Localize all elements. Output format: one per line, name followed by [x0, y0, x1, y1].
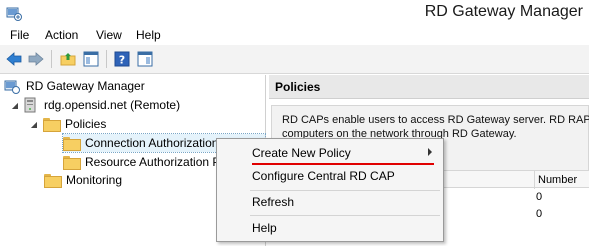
tree-item-resource-authorization-policies[interactable]: Resource Authorization P — [63, 153, 223, 171]
menu-item-configure-central-rd-cap[interactable]: Configure Central RD CAP — [218, 166, 442, 186]
show-hide-action-pane-icon[interactable] — [135, 49, 155, 69]
rd-gateway-app-icon — [6, 5, 22, 21]
svg-text:?: ? — [119, 54, 125, 67]
tree-label-root: RD Gateway Manager — [26, 79, 145, 93]
tree-label-server: rdg.opensid.net (Remote) — [44, 98, 181, 112]
details-pane-title: Policies — [275, 80, 321, 94]
menu-item-label: Refresh — [252, 195, 295, 209]
menu-bar: File Action View Help — [0, 26, 589, 45]
tree-item-root[interactable]: RD Gateway Manager — [4, 77, 148, 95]
tree-item-server[interactable]: ◢ rdg.opensid.net (Remote) — [10, 96, 183, 114]
tree-item-monitoring[interactable]: Monitoring — [44, 171, 125, 189]
menu-item-label: Configure Central RD CAP — [252, 169, 395, 183]
show-hide-console-tree-icon[interactable] — [81, 49, 101, 69]
menu-separator — [250, 215, 440, 216]
red-underline-highlight — [252, 163, 434, 165]
up-folder-icon[interactable] — [58, 49, 78, 69]
menu-action[interactable]: Action — [45, 28, 78, 42]
tree-label-monitoring: Monitoring — [66, 173, 123, 187]
collapse-triangle-icon[interactable]: ◢ — [10, 101, 20, 110]
collapse-triangle-icon[interactable]: ◢ — [29, 120, 39, 129]
details-pane-header: Policies — [269, 75, 589, 99]
submenu-arrow-icon — [428, 148, 432, 156]
folder-icon — [44, 174, 62, 188]
description-line-1: RD CAPs enable users to access RD Gatewa… — [282, 114, 589, 126]
menu-item-refresh[interactable]: Refresh — [218, 192, 442, 212]
context-menu: Create New Policy Configure Central RD C… — [216, 138, 444, 242]
column-header-number[interactable]: Number — [534, 171, 577, 189]
toolbar-separator — [51, 50, 52, 68]
tree-label-policies: Policies — [65, 117, 107, 131]
menu-item-label: Help — [252, 221, 277, 235]
folder-icon — [63, 156, 81, 170]
menu-item-label: Create New Policy — [252, 146, 351, 160]
back-arrow-icon[interactable] — [4, 49, 24, 69]
forward-arrow-icon[interactable] — [26, 49, 46, 69]
menu-view[interactable]: View — [96, 28, 122, 42]
folder-icon — [43, 118, 61, 132]
menu-separator — [250, 190, 440, 191]
tree-item-policies[interactable]: ◢ Policies — [29, 115, 109, 133]
toolbar: ? — [0, 45, 589, 74]
folder-icon — [63, 137, 81, 151]
tree-label-rap: Resource Authorization P — [85, 155, 221, 169]
window-title: RD Gateway Manager — [424, 3, 583, 20]
menu-item-create-new-policy[interactable]: Create New Policy — [218, 143, 442, 165]
title-bar: RD Gateway Manager — [0, 0, 589, 26]
menu-item-help[interactable]: Help — [218, 218, 442, 238]
table-cell-number: 0 — [536, 208, 543, 220]
rd-gateway-icon — [4, 78, 20, 94]
policies-description: RD CAPs enable users to access RD Gatewa… — [282, 113, 589, 141]
menu-file[interactable]: File — [10, 28, 29, 42]
help-icon[interactable]: ? — [112, 49, 132, 69]
toolbar-separator — [106, 50, 107, 68]
table-cell-number: 0 — [536, 191, 543, 203]
menu-help[interactable]: Help — [136, 28, 161, 42]
server-icon — [24, 97, 38, 113]
